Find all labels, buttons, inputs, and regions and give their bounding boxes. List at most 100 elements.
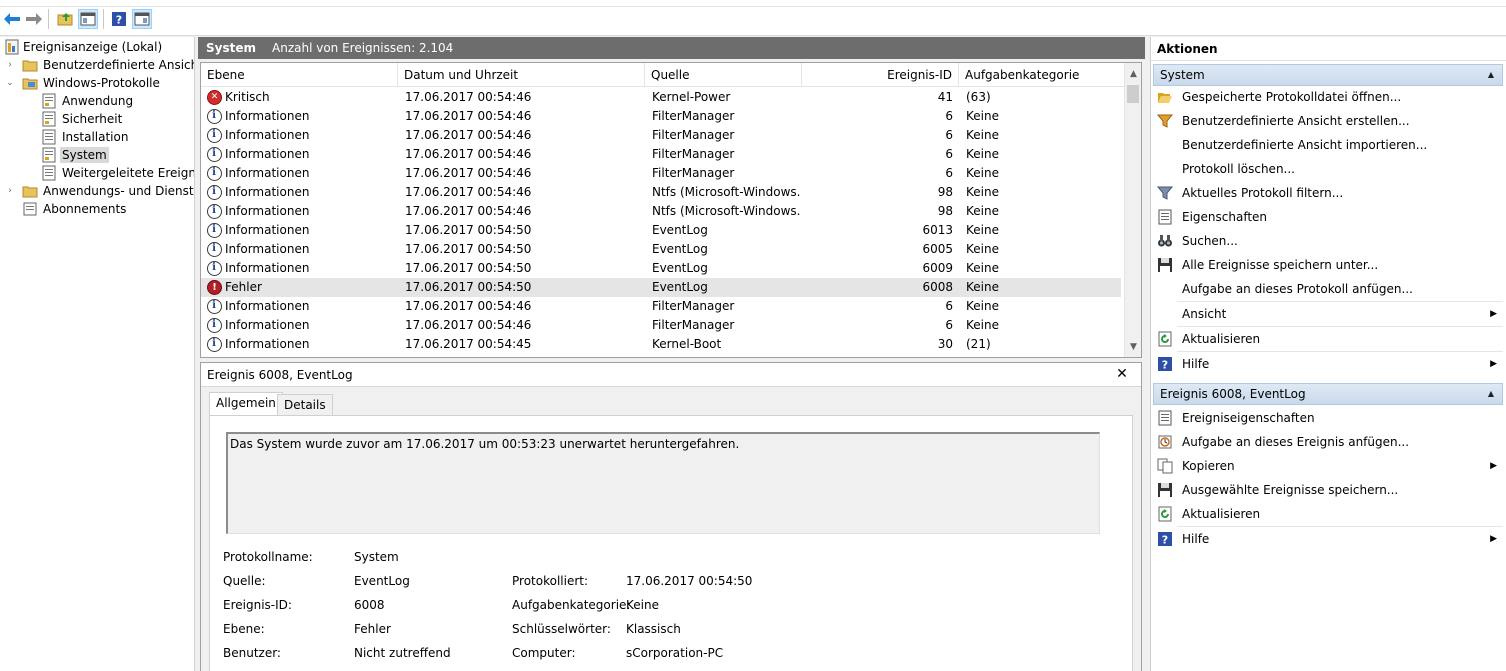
event-row[interactable]: Informationen 17.06.2017 00:54:46 Ntfs (Mi…	[201, 202, 1121, 221]
action-item[interactable]: Aufgabe an dieses Ereignis anfügen...	[1151, 430, 1503, 454]
action-item[interactable]: Ausgewählte Ereignisse speichern...	[1151, 478, 1503, 502]
refresh-icon	[1157, 506, 1173, 522]
back-icon[interactable]	[2, 9, 22, 29]
column-event-id[interactable]: Ereignis-ID	[802, 63, 959, 87]
cell-category: Keine	[966, 261, 999, 275]
event-row[interactable]: Kritisch 17.06.2017 00:54:46 Kernel-Power 4…	[201, 88, 1121, 107]
action-item[interactable]: Kopieren ▶	[1151, 454, 1503, 478]
action-item[interactable]: Protokoll löschen...	[1151, 157, 1503, 181]
cell-source: Ntfs (Microsoft-Windows...	[652, 204, 800, 218]
tree-label: Sicherheit	[62, 112, 123, 126]
tree-item-windows-logs[interactable]: ⌄ Windows-Protokolle	[0, 74, 194, 92]
section-label: Ereignis 6008, EventLog	[1160, 387, 1306, 401]
label-keywords: Schlüsselwörter:	[512, 622, 611, 636]
information-icon	[207, 299, 222, 314]
tree-item-security[interactable]: Sicherheit	[0, 110, 194, 128]
show-hide-action-pane-icon[interactable]	[132, 9, 152, 29]
information-icon	[207, 147, 222, 162]
binoculars-icon	[1157, 233, 1173, 249]
action-item[interactable]: Benutzerdefinierte Ansicht erstellen...	[1151, 109, 1503, 133]
cell-category: (63)	[966, 90, 991, 104]
event-list-scrollbar[interactable]: ▲ ▼	[1124, 63, 1141, 357]
event-row[interactable]: Informationen 17.06.2017 00:54:50 EventLog…	[201, 259, 1121, 278]
scroll-thumb[interactable]	[1127, 85, 1139, 103]
event-row[interactable]: Informationen 17.06.2017 00:54:50 EventLog…	[201, 221, 1121, 240]
tree-item-system[interactable]: System	[0, 146, 194, 164]
up-folder-icon[interactable]	[55, 9, 75, 29]
cell-id: 6009	[922, 261, 953, 275]
column-source[interactable]: Quelle	[645, 63, 802, 87]
event-message[interactable]: Das System wurde zuvor am 17.06.2017 um …	[226, 432, 1100, 534]
cell-id: 98	[937, 204, 953, 218]
scroll-down-icon[interactable]: ▼	[1125, 338, 1141, 355]
action-item[interactable]: Aktualisieren	[1151, 327, 1503, 351]
action-item[interactable]: Gespeicherte Protokolldatei öffnen...	[1151, 85, 1503, 109]
tree-item-custom-views[interactable]: › Benutzerdefinierte Ansichten	[0, 56, 194, 74]
information-icon	[207, 166, 222, 181]
show-hide-console-tree-icon[interactable]	[78, 9, 98, 29]
actions-section-system[interactable]: System ▲	[1153, 64, 1503, 86]
event-row[interactable]: Fehler 17.06.2017 00:54:50 EventLog 6008 Kei…	[201, 278, 1121, 297]
action-item[interactable]: Aufgabe an dieses Protokoll anfügen...	[1151, 277, 1503, 301]
collapse-up-icon[interactable]: ▲	[1488, 65, 1494, 85]
cell-date: 17.06.2017 00:54:50	[405, 242, 532, 256]
event-row[interactable]: Informationen 17.06.2017 00:54:46 FilterMa…	[201, 297, 1121, 316]
action-item[interactable]: Suchen...	[1151, 229, 1503, 253]
close-icon[interactable]: ✕	[1115, 367, 1129, 381]
column-task-category[interactable]: Aufgabenkategorie	[959, 63, 1125, 87]
information-icon	[207, 261, 222, 276]
action-label: Protokoll löschen...	[1182, 162, 1295, 176]
information-icon	[207, 128, 222, 143]
event-row[interactable]: Informationen 17.06.2017 00:54:45 Kernel-B…	[201, 335, 1121, 354]
action-item[interactable]: Aktualisieren	[1151, 502, 1503, 526]
chevron-right-icon[interactable]: ›	[5, 60, 15, 70]
action-item[interactable]: Aktuelles Protokoll filtern...	[1151, 181, 1503, 205]
column-date[interactable]: Datum und Uhrzeit	[398, 63, 645, 87]
column-level[interactable]: Ebene	[201, 63, 398, 87]
tree-item-forwarded-events[interactable]: Weitergeleitete Ereignisse	[0, 164, 194, 182]
chevron-right-icon[interactable]: ›	[5, 186, 15, 196]
event-row[interactable]: Informationen 17.06.2017 00:54:46 FilterMa…	[201, 126, 1121, 145]
event-row[interactable]: Informationen 17.06.2017 00:54:46 FilterMa…	[201, 164, 1121, 183]
event-row[interactable]: Informationen 17.06.2017 00:54:46 FilterMa…	[201, 107, 1121, 126]
forward-icon[interactable]	[24, 9, 44, 29]
label-eventid: Ereignis-ID:	[223, 598, 292, 612]
log-icon	[41, 93, 57, 109]
log-title: System	[206, 41, 256, 55]
svg-text:?: ?	[116, 14, 122, 27]
tree-item-root[interactable]: Ereignisanzeige (Lokal)	[0, 38, 194, 56]
event-list: Ebene Datum und Uhrzeit Quelle Ereignis-…	[200, 62, 1142, 358]
action-item[interactable]: ? Hilfe ▶	[1151, 527, 1503, 551]
event-row[interactable]: Informationen 17.06.2017 00:54:46 FilterMa…	[201, 316, 1121, 335]
action-item[interactable]: Ereigniseigenschaften	[1151, 406, 1503, 430]
scroll-up-icon[interactable]: ▲	[1125, 65, 1141, 82]
tree-item-installation[interactable]: Installation	[0, 128, 194, 146]
help-icon[interactable]: ?	[109, 9, 129, 29]
action-item[interactable]: Alle Ereignisse speichern unter...	[1151, 253, 1503, 277]
action-label: Kopieren	[1182, 459, 1235, 473]
action-item[interactable]: Ansicht ▶	[1151, 302, 1503, 326]
cell-level: Informationen	[225, 337, 310, 351]
tree-item-app-service-logs[interactable]: › Anwendungs- und Dienstprotokolle	[0, 182, 194, 200]
action-item[interactable]: Benutzerdefinierte Ansicht importieren..…	[1151, 133, 1503, 157]
cell-level: Informationen	[225, 166, 310, 180]
collapse-up-icon[interactable]: ▲	[1488, 384, 1494, 404]
value-source: EventLog	[354, 574, 410, 588]
actions-title: Aktionen	[1151, 37, 1506, 61]
tab-general[interactable]: Allgemein	[209, 392, 283, 416]
cell-level: Informationen	[225, 147, 310, 161]
actions-section-event[interactable]: Ereignis 6008, EventLog ▲	[1153, 383, 1503, 405]
tab-details[interactable]: Details	[277, 394, 333, 416]
action-item[interactable]: Eigenschaften	[1151, 205, 1503, 229]
information-icon	[207, 223, 222, 238]
tree-item-application[interactable]: Anwendung	[0, 92, 194, 110]
toolbar: ?	[0, 0, 1506, 36]
cell-date: 17.06.2017 00:54:46	[405, 185, 532, 199]
label-taskcat: Aufgabenkategorie:	[512, 598, 631, 612]
tree-item-subscriptions[interactable]: Abonnements	[0, 200, 194, 218]
event-row[interactable]: Informationen 17.06.2017 00:54:50 EventLog…	[201, 240, 1121, 259]
action-item[interactable]: ? Hilfe ▶	[1151, 352, 1503, 376]
event-row[interactable]: Informationen 17.06.2017 00:54:46 FilterMa…	[201, 145, 1121, 164]
event-row[interactable]: Informationen 17.06.2017 00:54:46 Ntfs (Mi…	[201, 183, 1121, 202]
chevron-down-icon[interactable]: ⌄	[5, 78, 15, 88]
